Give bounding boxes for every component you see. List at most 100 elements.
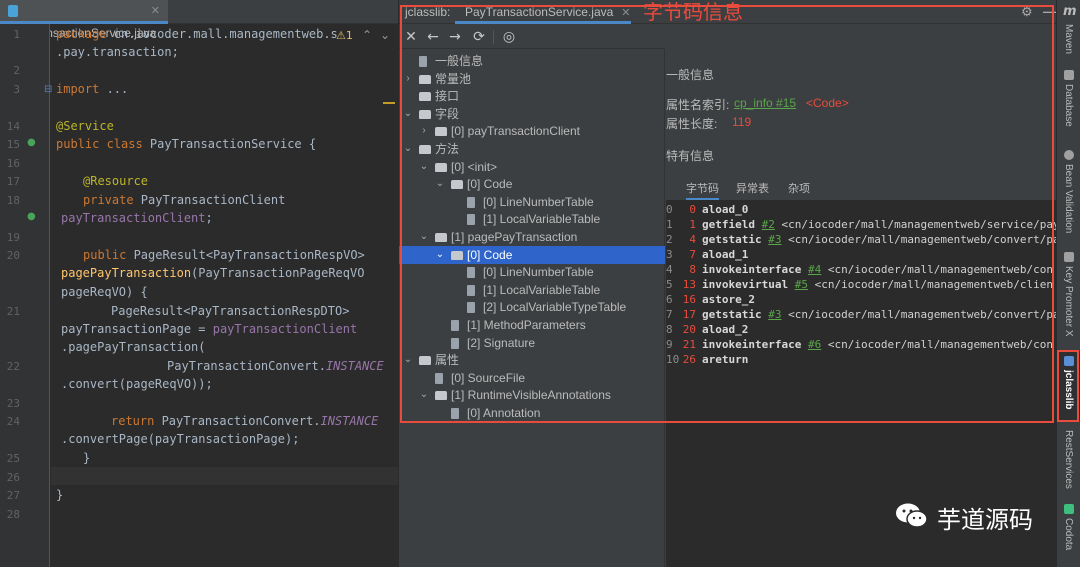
code-text: PageResult<PayTransactionRespDTO> [111, 304, 350, 318]
close-icon[interactable]: ✕ [151, 0, 160, 22]
chevron-down-icon[interactable]: ⌄ [435, 246, 445, 264]
bytecode-opcode: aload_0 [702, 203, 749, 216]
minimize-icon[interactable]: — [1043, 0, 1056, 24]
constant-pool-link[interactable]: #5 [795, 278, 808, 291]
chevron-down-icon[interactable]: ⌄ [380, 28, 390, 42]
close-icon[interactable]: ✕ [621, 7, 630, 19]
code-text[interactable]: package cn.iocoder.mall.managementweb.s … [51, 24, 398, 567]
file-icon [419, 56, 427, 67]
tree-item[interactable]: 一般信息 [399, 52, 665, 70]
chevron-up-icon[interactable]: ⌃ [362, 28, 372, 42]
tree-item[interactable]: [1] LocalVariableTable [399, 281, 665, 299]
sidebar-item-maven[interactable]: Maven [1057, 22, 1080, 66]
tree-item[interactable]: [0] SourceFile [399, 369, 665, 387]
tree-item-label: 方法 [435, 142, 460, 156]
code-field: payTransactionClient [61, 211, 206, 225]
code-keyword: package [56, 27, 107, 41]
code-text: cn.iocoder.mall.managementweb.s [106, 27, 338, 41]
tree-item[interactable]: ⌄ 属性 [399, 351, 665, 369]
code-text: ... [99, 82, 129, 96]
chevron-down-icon[interactable]: ⌄ [435, 175, 445, 193]
tree-item[interactable]: [0] Annotation [399, 404, 665, 422]
tree-item[interactable]: › [0] payTransactionClient [399, 122, 665, 140]
chevron-down-icon[interactable]: ⌄ [419, 158, 429, 176]
gear-icon[interactable]: ⚙ [1021, 0, 1033, 24]
back-arrow-icon[interactable]: ← [423, 27, 443, 47]
tree-item[interactable]: ⌄ [1] pagePayTransaction [399, 228, 665, 246]
code-editor[interactable]: PayTransactionService.java ✕ 1 2 3 14 15… [0, 0, 398, 567]
sidebar-item-rest-services[interactable]: RestServices [1057, 428, 1080, 500]
tree-item[interactable]: [0] LineNumberTable [399, 193, 665, 211]
bytecode-offset: 8 [689, 263, 696, 276]
bytecode-line: 10 26 areturn [666, 352, 1057, 367]
tree-item[interactable]: [2] Signature [399, 334, 665, 352]
tree-item-label: 接口 [435, 89, 460, 104]
web-icon[interactable]: ◎ [499, 27, 519, 47]
close-icon[interactable]: ✕ [401, 27, 421, 47]
tree-item[interactable]: ⌄ 字段 [399, 105, 665, 123]
file-icon [435, 372, 443, 384]
constant-pool-link[interactable]: #3 [768, 233, 781, 246]
spring-bean-icon[interactable]: ● [27, 137, 36, 148]
tree-item[interactable]: [0] LineNumberTable [399, 263, 665, 281]
editor-tab-bar: PayTransactionService.java ✕ [0, 0, 398, 40]
jclasslib-tab[interactable]: PayTransactionService.java ✕ [455, 0, 631, 24]
chevron-down-icon[interactable]: ⌄ [403, 140, 413, 158]
bytecode-opcode: astore_2 [702, 293, 755, 306]
chevron-down-icon[interactable]: ⌄ [419, 386, 429, 404]
maven-icon[interactable]: m [1063, 4, 1077, 19]
code-keyword: public [83, 248, 127, 262]
chevron-down-icon[interactable]: ⌄ [403, 105, 413, 123]
warning-indicator[interactable]: ⚠1 [336, 29, 353, 42]
tree-item[interactable]: › 常量池 [399, 70, 665, 88]
chevron-right-icon[interactable]: › [403, 70, 413, 88]
class-structure-tree[interactable]: 一般信息 › 常量池 接口 ⌄ 字段 › [0] payTransactionClient ⌄ 方… [399, 50, 665, 567]
tab-exception-table[interactable]: 异常表 [736, 180, 769, 196]
chevron-down-icon[interactable]: ⌄ [403, 351, 413, 369]
constant-pool-link[interactable]: #4 [808, 263, 821, 276]
tree-item-label: 属性 [435, 353, 460, 368]
tree-item-label: [1] LocalVariableTable [483, 212, 601, 227]
chevron-down-icon[interactable]: ⌄ [419, 228, 429, 246]
name-index-link[interactable]: cp_info #15 [734, 96, 796, 110]
scrollbar-marker[interactable] [383, 102, 395, 104]
refresh-icon[interactable]: ⟳ [469, 27, 489, 47]
tree-item[interactable]: [1] MethodParameters [399, 316, 665, 334]
tree-item[interactable]: ⌄ [0] <init> [399, 158, 665, 176]
panel-label: jclasslib: [405, 5, 451, 19]
constant-pool-link[interactable]: #6 [808, 338, 821, 351]
tree-item-label: [1] pagePayTransaction [451, 230, 578, 244]
bytecode-offset: 0 [689, 203, 696, 216]
tree-item[interactable]: ⌄ [0] Code [399, 245, 665, 264]
constant-pool-link[interactable]: #3 [768, 308, 781, 321]
jclasslib-tab-title: PayTransactionService.java [465, 5, 614, 19]
tree-item[interactable]: 接口 [399, 87, 665, 105]
code-text: PayTransactionClient [133, 193, 286, 207]
bytecode-line: 8 20 aload_2 [666, 322, 1057, 337]
tab-misc[interactable]: 杂项 [788, 180, 810, 196]
forward-arrow-icon[interactable]: → [445, 27, 465, 47]
tree-item[interactable]: ⌄ [0] Code [399, 175, 665, 193]
sidebar-item-bean-validation[interactable]: Bean Validation [1057, 150, 1080, 242]
file-icon [467, 302, 475, 314]
wechat-icon [896, 503, 928, 528]
tree-item[interactable]: ⌄ 方法 [399, 140, 665, 158]
code-text: pageReqVO) { [61, 285, 148, 299]
tree-item[interactable]: [1] LocalVariableTable [399, 210, 665, 228]
editor-tab[interactable]: PayTransactionService.java ✕ [0, 0, 168, 40]
tool-window-strip: m Maven Database Bean Validation Key Pro… [1056, 0, 1080, 567]
sidebar-item-database[interactable]: Database [1057, 70, 1080, 140]
tab-bytecode[interactable]: 字节码 [686, 180, 719, 200]
bytecode-line-number: 9 [666, 338, 673, 351]
tree-item[interactable]: ⌄ [1] RuntimeVisibleAnnotations [399, 386, 665, 404]
bytecode-offset: 13 [682, 278, 696, 291]
code-text: .pay.transaction; [56, 45, 179, 59]
folder-icon [419, 109, 431, 119]
code-keyword: return [111, 414, 155, 428]
sidebar-item-key-promoter-x[interactable]: Key Promoter X [1057, 252, 1080, 344]
tree-item[interactable]: [2] LocalVariableTypeTable [399, 298, 665, 316]
spring-bean-icon[interactable]: ● [27, 211, 36, 222]
sidebar-item-codota[interactable]: Codota [1057, 504, 1080, 564]
constant-pool-link[interactable]: #2 [762, 218, 775, 231]
chevron-right-icon[interactable]: › [419, 122, 429, 140]
